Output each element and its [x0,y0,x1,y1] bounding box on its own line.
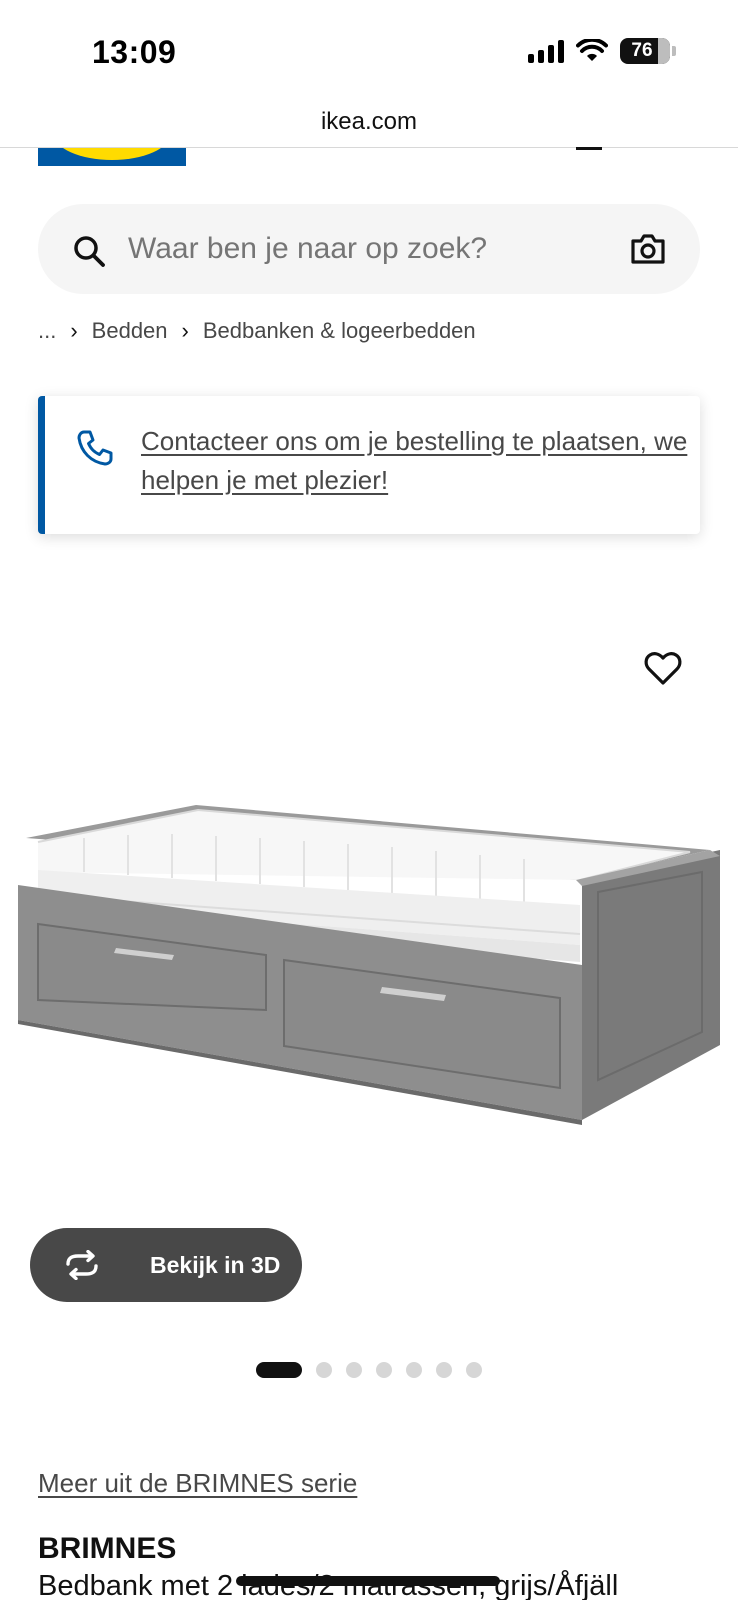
battery-level: 76 [631,40,653,61]
carousel-dot[interactable] [436,1362,452,1378]
carousel-dot[interactable] [316,1362,332,1378]
contact-banner: Contacteer ons om je bestelling te plaat… [38,396,700,534]
cellular-signal-icon [528,39,564,63]
browser-url-bar[interactable]: ikea.com [0,100,738,148]
breadcrumb-ellipsis[interactable]: ... [38,318,56,344]
chevron-right-icon: › [181,318,189,343]
carousel-dot[interactable] [406,1362,422,1378]
home-indicator[interactable] [236,1576,500,1586]
search-icon [74,236,105,267]
phone-icon [77,430,113,466]
product-name: BRIMNES [38,1532,177,1565]
search-input[interactable] [128,204,608,294]
carousel-dot[interactable] [256,1362,302,1378]
battery-icon: 76 [620,38,670,64]
status-time: 13:09 [92,34,177,70]
chevron-right-icon: › [70,318,78,343]
carousel-dot[interactable] [376,1362,392,1378]
view-in-3d-label: Bekijk in 3D [150,1252,281,1278]
breadcrumb-item-bedden[interactable]: Bedden [92,318,168,344]
breadcrumb: ... › Bedden › Bedbanken & logeerbedden [38,318,476,344]
breadcrumb-item-bedbanken[interactable]: Bedbanken & logeerbedden [203,318,476,344]
carousel-dot[interactable] [346,1362,362,1378]
heart-icon[interactable] [644,650,682,686]
camera-icon[interactable] [630,232,666,266]
status-bar: 13:09 76 [0,0,738,100]
contact-link[interactable]: Contacteer ons om je bestelling te plaat… [141,422,691,500]
status-icons: 76 [528,38,676,64]
url-text: ikea.com [320,108,418,135]
carousel-dot[interactable] [466,1362,482,1378]
search-bar[interactable] [38,204,700,294]
series-link[interactable]: Meer uit de BRIMNES serie [38,1468,357,1499]
rotate-3d-icon [66,1250,98,1280]
carousel-indicator [256,1362,482,1378]
ikea-logo[interactable] [38,148,186,166]
wifi-icon [576,39,608,61]
menu-icon[interactable] [576,147,602,150]
product-image[interactable] [0,560,738,1240]
view-in-3d-button[interactable]: Bekijk in 3D [30,1228,302,1302]
